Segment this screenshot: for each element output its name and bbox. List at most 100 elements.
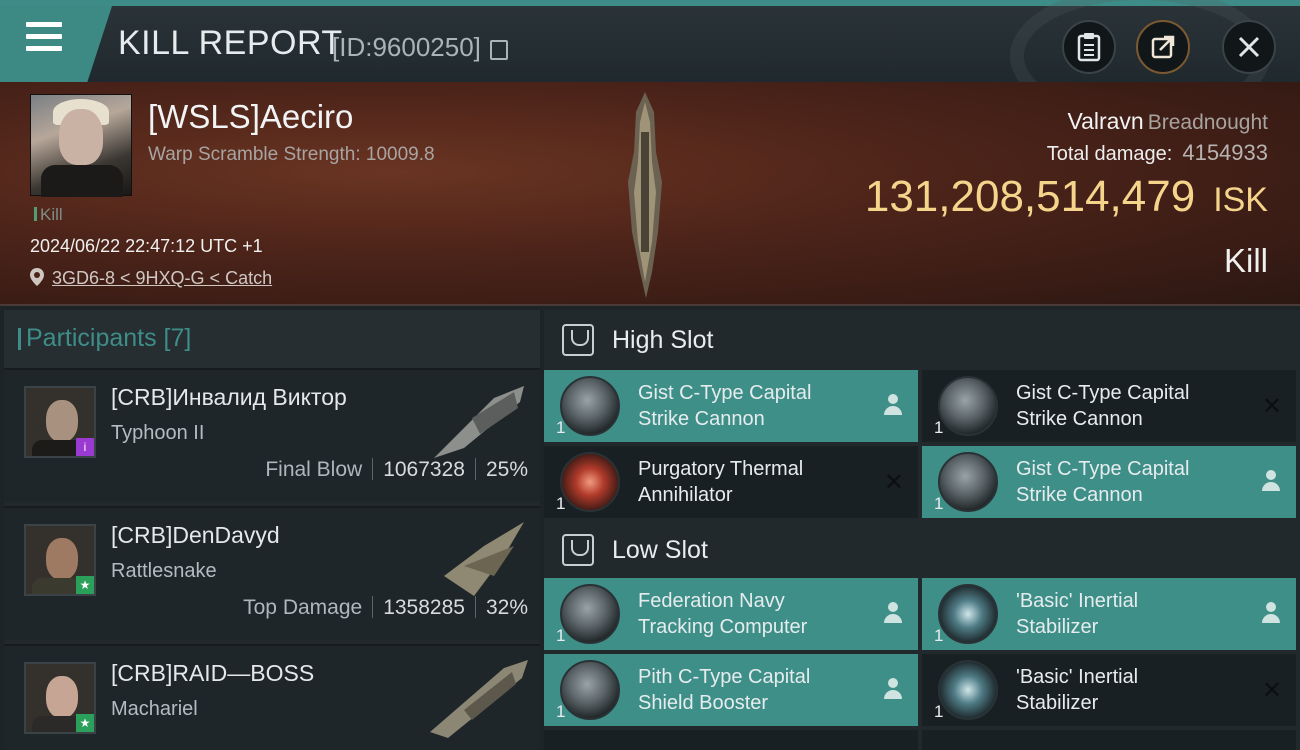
module-item[interactable]: 1 'Basic' Inertial Stabilizer [922, 578, 1296, 650]
module-item[interactable]: 1 Purgatory Thermal Annihilator ✕ [544, 446, 918, 518]
participants-header: Participants [7] [4, 310, 540, 368]
module-quantity: 1 [556, 626, 566, 645]
participants-title: Participants [7] [17, 324, 192, 352]
module-item[interactable]: 1 Federation Navy Tracking Computer [544, 578, 918, 650]
low-slot-icon [562, 534, 594, 566]
destroyed-x-icon: ✕ [1261, 393, 1282, 420]
destroyed-x-icon: ✕ [883, 469, 904, 496]
module-item-partial[interactable] [544, 730, 918, 750]
participant-row[interactable]: ★ [CRB]RAID—BOSS Machariel [4, 644, 540, 750]
participant-name: [CRB]Инвалид Виктор [111, 384, 347, 410]
inertial-stabilizer-icon [938, 584, 998, 644]
victim-summary: [WSLS]Aeciro Warp Scramble Strength: 100… [0, 82, 1300, 306]
victim-ship: Valravn Breadnought [1067, 108, 1268, 135]
participant-row[interactable]: ★ [CRB]DenDavyd Rattlesnake Top Damage 13… [4, 506, 540, 640]
star-icon: ★ [76, 714, 94, 732]
module-name: Federation Navy Tracking Computer [638, 590, 808, 638]
badge-icon: i [76, 438, 94, 456]
dropped-person-icon [884, 394, 902, 416]
module-name: Gist C-Type Capital Strike Cannon [1016, 382, 1190, 430]
module-name: 'Basic' Inertial Stabilizer [1016, 666, 1139, 714]
module-item[interactable]: 1 Gist C-Type Capital Strike Cannon [544, 370, 918, 442]
page-title: KILL REPORT [118, 24, 343, 62]
participant-ship-image [430, 660, 528, 738]
copy-icon[interactable] [490, 40, 508, 60]
module-name: Gist C-Type Capital Strike Cannon [638, 382, 812, 430]
victim-portrait[interactable] [30, 94, 132, 197]
menu-icon [26, 22, 62, 52]
high-slot-header: High Slot [544, 310, 1300, 368]
module-item[interactable]: 1 Gist C-Type Capital Strike Cannon [922, 446, 1296, 518]
participant-avatar[interactable]: ★ [24, 662, 96, 734]
kill-result-label: Kill [1223, 242, 1268, 279]
clipboard-icon [1077, 33, 1101, 62]
close-icon [1238, 36, 1260, 58]
isk-value: 131,208,514,479 ISK [864, 172, 1268, 221]
participant-stats: Final Blow 1067328 25% [265, 458, 528, 481]
kill-timestamp: 2024/06/22 22:47:12 UTC +1 [30, 236, 263, 256]
participant-avatar[interactable]: ★ [24, 524, 96, 596]
participant-ship: Typhoon II [111, 422, 205, 444]
shield-booster-icon [560, 660, 620, 720]
module-quantity: 1 [934, 494, 944, 513]
dropped-person-icon [884, 678, 902, 700]
ship-name[interactable]: Valravn [1067, 108, 1143, 134]
star-icon: ★ [76, 576, 94, 594]
module-quantity: 1 [556, 702, 566, 721]
close-button[interactable] [1222, 20, 1276, 74]
module-item[interactable]: 1 'Basic' Inertial Stabilizer ✕ [922, 654, 1296, 726]
module-item[interactable]: 1 Gist C-Type Capital Strike Cannon ✕ [922, 370, 1296, 442]
thermal-annihilator-icon [560, 452, 620, 512]
module-name: Purgatory Thermal Annihilator [638, 458, 804, 506]
strike-cannon-icon [938, 452, 998, 512]
total-damage-value: 4154933 [1182, 140, 1268, 165]
warp-scramble-strength: Warp Scramble Strength: 10009.8 [148, 144, 435, 165]
dropped-person-icon [884, 602, 902, 624]
module-quantity: 1 [556, 418, 566, 437]
fitting-panel: High Slot 1 Gist C-Type Capital Strike Ca… [544, 310, 1300, 750]
dropped-person-icon [1262, 602, 1280, 624]
module-quantity: 1 [934, 702, 944, 721]
participant-ship: Rattlesnake [111, 560, 217, 582]
low-slot-label: Low Slot [612, 536, 708, 564]
participant-name: [CRB]DenDavyd [111, 522, 280, 548]
strike-cannon-icon [938, 376, 998, 436]
clipboard-button[interactable] [1062, 20, 1116, 74]
ship-class: Breadnought [1147, 111, 1268, 134]
participant-avatar[interactable]: i [24, 386, 96, 458]
location-pin-icon [30, 268, 44, 286]
inertial-stabilizer-icon [938, 660, 998, 720]
module-item-partial[interactable] [922, 730, 1296, 750]
tracking-computer-icon [560, 584, 620, 644]
participants-panel: Participants [7] i [CRB]Инвалид Виктор T… [4, 310, 540, 750]
victim-name[interactable]: [WSLS]Aeciro [148, 98, 353, 136]
participant-row[interactable]: i [CRB]Инвалид Виктор Typhoon II Final B… [4, 368, 540, 502]
kill-report-screen: KILL REPORT [ID:9600250] [WSLS]Aeciro Wa… [0, 0, 1300, 750]
report-id: [ID:9600250] [332, 32, 481, 62]
victim-ship-image[interactable] [622, 92, 668, 298]
destroyed-x-icon: ✕ [1261, 677, 1282, 704]
kill-location-link[interactable]: 3GD6-8 < 9HXQ-G < Catch [52, 268, 272, 289]
participant-stats: Top Damage 1358285 32% [243, 596, 528, 619]
module-item[interactable]: 1 Pith C-Type Capital Shield Booster [544, 654, 918, 726]
high-slot-label: High Slot [612, 326, 714, 354]
share-icon [1151, 35, 1175, 59]
module-quantity: 1 [934, 626, 944, 645]
module-quantity: 1 [556, 494, 566, 513]
participant-ship-image [434, 386, 524, 458]
header-bar: KILL REPORT [ID:9600250] [0, 0, 1300, 126]
total-damage: Total damage: 4154933 [1046, 140, 1268, 165]
low-slot-header: Low Slot [544, 520, 1300, 578]
module-name: 'Basic' Inertial Stabilizer [1016, 590, 1139, 638]
participant-ship-image [444, 522, 524, 596]
participant-ship: Machariel [111, 698, 198, 720]
menu-button[interactable] [0, 6, 112, 82]
strike-cannon-icon [560, 376, 620, 436]
high-slot-icon [562, 324, 594, 356]
module-name: Pith C-Type Capital Shield Booster [638, 666, 811, 714]
module-name: Gist C-Type Capital Strike Cannon [1016, 458, 1190, 506]
module-quantity: 1 [934, 418, 944, 437]
participant-name: [CRB]RAID—BOSS [111, 660, 315, 686]
share-button[interactable] [1136, 20, 1190, 74]
dropped-person-icon [1262, 470, 1280, 492]
